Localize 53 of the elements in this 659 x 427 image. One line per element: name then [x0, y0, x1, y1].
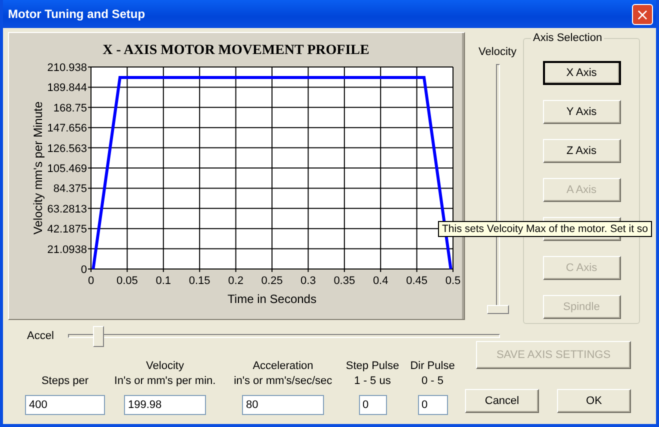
- x-tick-label: 0.05: [116, 275, 138, 287]
- field-label: Acceleration: [252, 360, 314, 372]
- field-label: Steps per: [41, 375, 89, 387]
- chart-title: X - AXIS MOTOR MOVEMENT PROFILE: [102, 43, 370, 58]
- x-tick-label: 0.15: [188, 275, 210, 287]
- y-tick-label: 126.563: [47, 142, 87, 155]
- accel-slider[interactable]: [68, 326, 500, 346]
- y-tick-label: 42.1875: [47, 224, 87, 236]
- x-tick-label: 0.45: [406, 275, 428, 287]
- field-label: Step Pulse: [346, 360, 400, 372]
- field-sublabel: in's or mm's/sec/sec: [234, 375, 332, 387]
- window-title: Motor Tuning and Setup: [8, 7, 146, 21]
- close-button[interactable]: ×: [632, 4, 653, 24]
- axis-button[interactable]: Z Axis: [542, 139, 620, 163]
- x-tick-label: 0.4: [372, 275, 388, 287]
- x-tick-label: 0.3: [300, 275, 316, 287]
- y-tick-label: 147.656: [47, 122, 87, 135]
- x-tick-label: 0.35: [334, 275, 356, 287]
- accel-label: Accel: [27, 330, 54, 342]
- x-tick-label: 0: [88, 275, 94, 287]
- input-field[interactable]: 400: [25, 395, 105, 415]
- y-tick-label: 210.938: [47, 62, 87, 74]
- x-tick-label: 0.25: [261, 275, 283, 287]
- y-tick-label: 63.2813: [47, 203, 87, 216]
- x-tick-label: 0.5: [445, 275, 461, 287]
- input-field[interactable]: 0: [418, 395, 448, 415]
- x-axis-label: Time in Seconds: [228, 292, 316, 306]
- field-sublabel: In's or mm's per min.: [114, 375, 216, 387]
- input-field[interactable]: 80: [242, 395, 324, 415]
- group-title: Axis Selection: [531, 32, 604, 44]
- slider-thumb[interactable]: [93, 326, 104, 346]
- x-tick-label: 0.1: [156, 275, 172, 287]
- tooltip: This sets Velcoity Max of the motor. Set it so: [438, 221, 652, 237]
- input-field[interactable]: 0: [358, 395, 386, 415]
- field-sublabel: 1 - 5 us: [354, 375, 391, 387]
- x-tick-label: 0.2: [228, 275, 244, 287]
- dialog-button[interactable]: Cancel: [465, 389, 539, 413]
- field-label: Dir Pulse: [410, 360, 455, 372]
- field-sublabel: 0 - 5: [421, 375, 444, 387]
- axis-button[interactable]: X Axis: [542, 61, 620, 85]
- dialog-button[interactable]: OK: [557, 389, 631, 413]
- field-label: Velocity: [146, 360, 184, 372]
- velocity-label: Velocity: [478, 46, 516, 58]
- y-tick-label: 0: [80, 264, 87, 276]
- axis-button[interactable]: Y Axis: [542, 100, 620, 124]
- y-tick-label: 21.0938: [47, 244, 87, 256]
- input-field[interactable]: 199.98: [124, 395, 206, 415]
- y-tick-label: 105.469: [47, 163, 87, 175]
- slider-thumb[interactable]: [486, 305, 508, 314]
- y-tick-label: 84.375: [53, 183, 87, 196]
- y-axis-label: Velocity mm's per Minute: [31, 102, 45, 234]
- y-tick-label: 189.844: [47, 82, 87, 94]
- y-tick-label: 168.75: [53, 102, 87, 114]
